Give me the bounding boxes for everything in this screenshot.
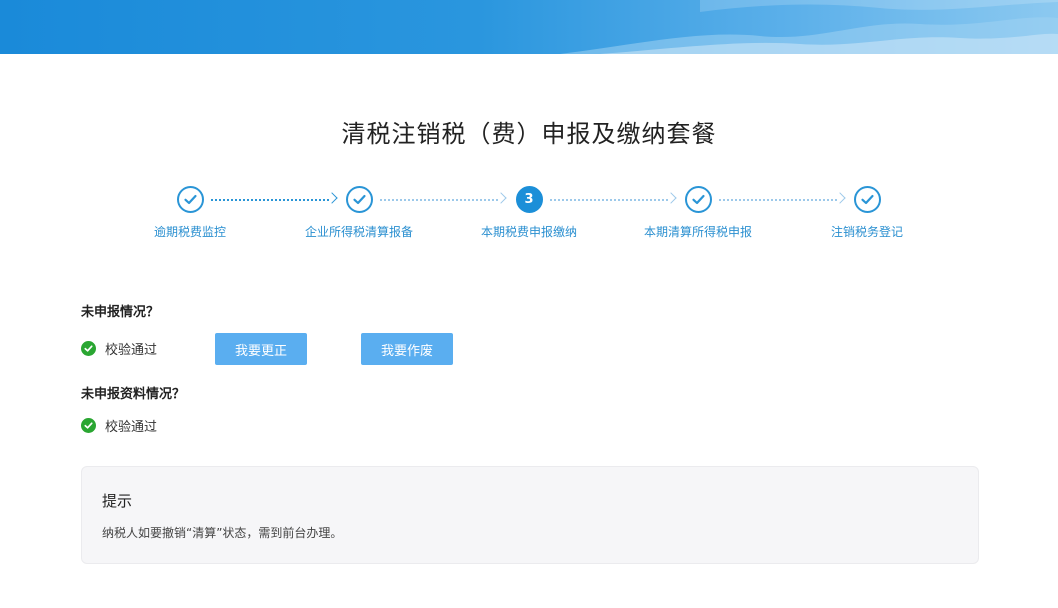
check-circle-icon xyxy=(81,341,96,356)
step-overdue-monitoring[interactable]: 逾期税费监控 xyxy=(115,186,265,240)
tip-box: 提示 纳税人如要撤销“清算”状态，需到前台办理。 xyxy=(81,466,979,564)
mountain-decoration xyxy=(560,0,1058,54)
step-deregistration[interactable]: 注销税务登记 xyxy=(792,186,942,240)
check-icon xyxy=(345,186,373,213)
page-title: 清税注销税（费）申报及缴纳套餐 xyxy=(341,120,717,148)
unfiled-materials-status: 校验通过 xyxy=(81,416,157,435)
check-icon xyxy=(684,186,712,213)
unfiled-materials-section-title: 未申报资料情况？ xyxy=(81,387,186,402)
step-label: 企业所得税清算报备 xyxy=(304,225,413,239)
check-circle-icon xyxy=(81,418,96,433)
step-liquidation-tax-filing[interactable]: 本期清算所得税申报 xyxy=(623,186,773,240)
step-income-tax-filing[interactable]: 企业所得税清算报备 xyxy=(284,186,434,240)
step-label: 本期税费申报缴纳 xyxy=(480,225,577,239)
step-label: 本期清算所得税申报 xyxy=(643,225,752,239)
unfiled-section-title: 未申报情况？ xyxy=(81,305,160,320)
step-label: 注销税务登记 xyxy=(830,225,903,239)
correct-button[interactable]: 我要更正 xyxy=(215,333,307,365)
void-button[interactable]: 我要作废 xyxy=(361,333,453,365)
step-number-badge: 3 xyxy=(515,186,543,213)
unfiled-status: 校验通过 xyxy=(81,339,157,358)
status-text: 校验通过 xyxy=(105,420,158,435)
tip-text: 纳税人如要撤销“清算”状态，需到前台办理。 xyxy=(102,526,343,540)
tip-title: 提示 xyxy=(102,492,133,510)
status-text: 校验通过 xyxy=(105,343,158,358)
header-banner xyxy=(0,0,1058,54)
check-icon xyxy=(853,186,881,213)
step-current-tax-payment[interactable]: 3 本期税费申报缴纳 xyxy=(454,186,604,240)
check-icon xyxy=(176,186,204,213)
progress-steps: 逾期税费监控 企业所得税清算报备 3 本期税费申报缴纳 本期清算所得税申报 注销… xyxy=(0,186,1058,246)
step-label: 逾期税费监控 xyxy=(153,225,226,239)
